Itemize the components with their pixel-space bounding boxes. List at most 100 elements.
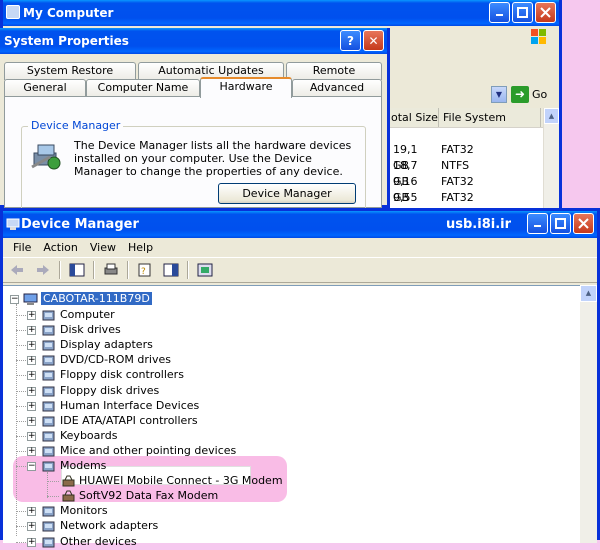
computer-icon bbox=[42, 310, 55, 321]
tree-device-label: SoftV92 Data Fax Modem bbox=[79, 489, 219, 503]
close-icon bbox=[540, 7, 551, 18]
expand-icon[interactable]: + bbox=[27, 431, 36, 441]
maximize-icon bbox=[517, 7, 528, 18]
help-button[interactable] bbox=[161, 261, 181, 279]
hardware-tab-page: Device Manager The Device Manager lists … bbox=[4, 96, 382, 216]
monitor-icon bbox=[42, 506, 55, 517]
modem-icon bbox=[42, 461, 55, 472]
expand-icon[interactable]: + bbox=[27, 507, 36, 517]
expand-icon[interactable]: + bbox=[27, 416, 36, 426]
tree-category-label: IDE ATA/ATAPI controllers bbox=[60, 413, 198, 427]
device-manager-title: Device Manager bbox=[21, 217, 139, 232]
maximize-button[interactable] bbox=[512, 2, 533, 23]
print-button[interactable] bbox=[101, 261, 121, 279]
system-properties-title: System Properties bbox=[4, 34, 129, 48]
column-total-size[interactable]: otal Size bbox=[387, 108, 439, 127]
printer-icon bbox=[104, 263, 118, 275]
scroll-up-arrow-icon[interactable]: ▲ bbox=[580, 285, 597, 302]
device-manager-button[interactable]: Device Manager bbox=[218, 183, 356, 204]
list-item[interactable]: 18,7 GB NTFS bbox=[387, 158, 559, 188]
device-tree: − CABOTAR-111B79D + Computer + Disk drives +… bbox=[3, 285, 583, 548]
close-button[interactable] bbox=[573, 213, 594, 234]
go-label: Go bbox=[532, 88, 548, 101]
expand-icon[interactable]: + bbox=[27, 311, 36, 320]
floppy-drive-icon bbox=[42, 386, 55, 396]
column-file-system[interactable]: File System bbox=[439, 108, 541, 127]
windows-logo-icon bbox=[531, 29, 546, 44]
system-properties-titlebar[interactable]: System Properties ? ✕ bbox=[0, 28, 387, 54]
svg-text:?: ? bbox=[141, 267, 146, 277]
scroll-up-arrow-icon[interactable]: ▲ bbox=[544, 108, 559, 124]
show-hide-console-tree-button[interactable] bbox=[67, 261, 87, 279]
scan-hardware-icon bbox=[197, 263, 213, 277]
minimize-icon bbox=[496, 14, 503, 16]
menu-file[interactable]: File bbox=[7, 238, 37, 257]
properties-button[interactable]: ? bbox=[135, 261, 155, 279]
tree-root-label: CABOTAR-111B79D bbox=[41, 292, 152, 305]
minimize-button[interactable] bbox=[527, 213, 548, 234]
menu-action[interactable]: Action bbox=[37, 238, 83, 257]
tab-computer-name[interactable]: Computer Name bbox=[86, 79, 200, 97]
address-bar[interactable]: ▼ ➜ Go bbox=[383, 84, 559, 106]
cdrom-icon bbox=[42, 355, 55, 366]
floppy-controller-icon bbox=[42, 370, 55, 381]
help-button[interactable]: ? bbox=[340, 30, 361, 51]
close-button[interactable]: ✕ bbox=[363, 30, 384, 51]
expand-icon[interactable]: + bbox=[27, 326, 36, 336]
back-button[interactable] bbox=[7, 261, 27, 279]
menu-help[interactable]: Help bbox=[122, 238, 159, 257]
tab-advanced[interactable]: Advanced bbox=[292, 79, 382, 97]
list-item[interactable]: 9,16 GB FAT32 bbox=[387, 174, 559, 204]
help-icon: ? bbox=[347, 33, 354, 48]
tree-category-label: Display adapters bbox=[60, 338, 153, 352]
expand-icon[interactable]: + bbox=[27, 386, 36, 396]
expand-icon[interactable]: + bbox=[27, 356, 36, 366]
disk-drive-icon bbox=[42, 325, 55, 336]
tab-general[interactable]: General bbox=[4, 79, 86, 97]
go-button[interactable]: ➜ Go bbox=[511, 86, 547, 103]
collapse-icon[interactable]: − bbox=[27, 462, 36, 471]
maximize-button[interactable] bbox=[550, 213, 571, 234]
list-item[interactable]: 9,55 GBFAT32 bbox=[387, 190, 559, 220]
address-dropdown-button[interactable]: ▼ bbox=[491, 86, 507, 103]
menu-bar: File Action View Help bbox=[3, 238, 597, 257]
modem-device-icon bbox=[62, 475, 75, 487]
tree-category-label: Floppy disk drives bbox=[60, 383, 160, 397]
watermark-text: usb.i8i.ir bbox=[446, 217, 511, 232]
expand-icon[interactable]: + bbox=[27, 537, 36, 547]
go-arrow-icon: ➜ bbox=[511, 86, 529, 103]
forward-arrow-icon bbox=[37, 265, 49, 275]
close-icon bbox=[578, 218, 589, 229]
list-item[interactable]: 19,1 GB FAT32 bbox=[387, 142, 559, 172]
tree-category-label: Floppy disk controllers bbox=[60, 368, 184, 382]
expand-icon[interactable]: + bbox=[27, 522, 36, 532]
forward-button[interactable] bbox=[33, 261, 53, 279]
toolbar: ? bbox=[3, 257, 597, 283]
close-icon: ✕ bbox=[368, 33, 379, 48]
back-arrow-icon bbox=[11, 265, 23, 275]
my-computer-titlebar[interactable]: My Computer bbox=[3, 0, 559, 26]
expand-icon[interactable]: + bbox=[27, 341, 36, 351]
display-adapter-icon bbox=[42, 340, 55, 351]
tab-hardware[interactable]: Hardware bbox=[200, 77, 292, 98]
scan-hardware-button[interactable] bbox=[195, 261, 215, 279]
tab-system-restore[interactable]: System Restore bbox=[4, 62, 136, 80]
expand-icon[interactable]: + bbox=[27, 446, 36, 456]
device-manager-icon bbox=[31, 144, 61, 170]
minimize-button[interactable] bbox=[489, 2, 510, 23]
tree-category-label: Other devices bbox=[60, 534, 137, 548]
tree-category-label: Disk drives bbox=[60, 323, 121, 337]
device-tree-scrollbar[interactable]: ▲ bbox=[580, 285, 597, 543]
modem-device-icon bbox=[62, 490, 75, 502]
tree-category-label: Keyboards bbox=[60, 428, 118, 442]
tab-remote[interactable]: Remote bbox=[286, 62, 382, 80]
expand-icon[interactable]: + bbox=[27, 401, 36, 411]
drive-list-scrollbar[interactable]: ▲ bbox=[543, 108, 559, 210]
collapse-icon[interactable]: − bbox=[10, 295, 19, 304]
expand-icon[interactable]: + bbox=[27, 371, 36, 381]
close-button[interactable] bbox=[535, 2, 556, 23]
device-manager-titlebar[interactable]: Device Manager usb.i8i.ir bbox=[3, 211, 597, 238]
hid-icon bbox=[42, 401, 55, 412]
tree-category-label: Human Interface Devices bbox=[60, 398, 200, 412]
menu-view[interactable]: View bbox=[84, 238, 122, 257]
